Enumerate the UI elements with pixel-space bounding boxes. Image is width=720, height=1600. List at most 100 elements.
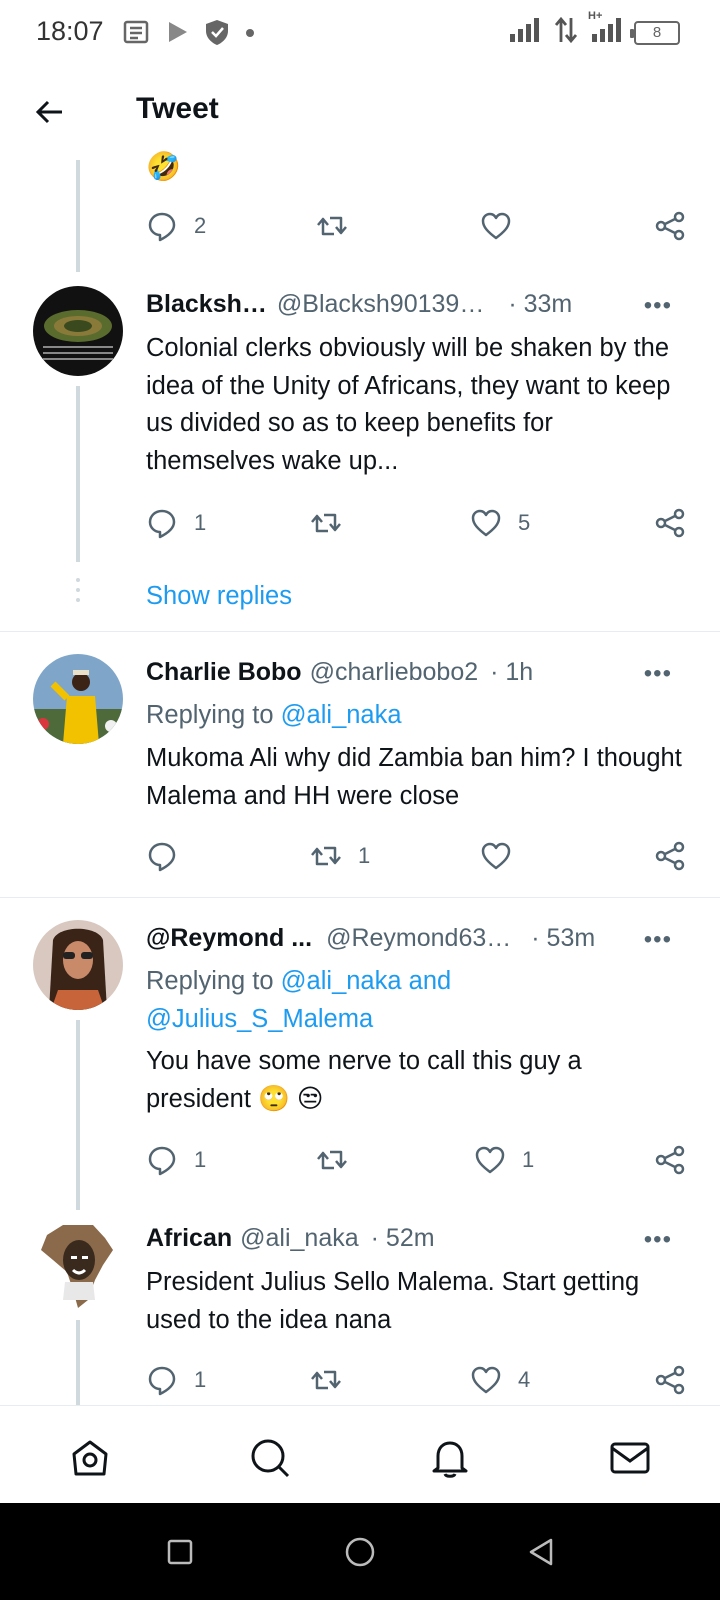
replying-to-prefix: Replying to bbox=[146, 967, 281, 995]
status-bar: 18:07 H+ 8 bbox=[0, 0, 720, 64]
tweet-actions: 1 4 bbox=[146, 1360, 686, 1400]
tweet-author-name[interactable]: Charlie Bobo bbox=[146, 658, 302, 687]
avatar[interactable] bbox=[33, 920, 123, 1010]
like-button[interactable]: 1 bbox=[474, 1140, 534, 1180]
reply-button[interactable]: 1 bbox=[146, 1360, 206, 1400]
mention-link[interactable]: @Julius_S_Malema bbox=[146, 1005, 373, 1033]
top-actions: 2 bbox=[146, 206, 686, 246]
reply-icon bbox=[148, 212, 176, 242]
status-time: 18:07 bbox=[36, 16, 104, 46]
avatar[interactable] bbox=[33, 1220, 123, 1310]
like-button[interactable]: 4 bbox=[470, 1360, 530, 1400]
avatar[interactable] bbox=[33, 654, 123, 744]
tweet-actions: 1 5 bbox=[146, 503, 686, 543]
reply-button[interactable]: 1 bbox=[146, 1140, 206, 1180]
tweet-author-name[interactable]: @Reymond ... bbox=[146, 924, 312, 953]
tweet-time: · 52m bbox=[370, 1224, 435, 1252]
reply-icon bbox=[148, 509, 176, 539]
replying-to-prefix: Replying to bbox=[146, 701, 281, 729]
tweet-author-handle[interactable]: @Reymond63… bbox=[326, 924, 511, 953]
thread-line bbox=[76, 1320, 80, 1405]
retweet-icon bbox=[311, 846, 341, 866]
back-button[interactable] bbox=[30, 92, 70, 132]
tweet-text: Mukoma Ali why did Zambia ban him? I tho… bbox=[146, 744, 682, 810]
reply-button[interactable]: 2 bbox=[146, 206, 206, 246]
tweet-author-name[interactable]: African bbox=[146, 1224, 232, 1253]
back-system-button[interactable] bbox=[524, 1535, 558, 1569]
recent-apps-button[interactable] bbox=[163, 1535, 197, 1569]
tweet-author-name[interactable]: Blacksh… bbox=[146, 290, 267, 319]
more-options-button[interactable]: ••• bbox=[644, 1226, 672, 1254]
share-button[interactable] bbox=[654, 206, 686, 246]
retweet-icon bbox=[311, 1370, 341, 1390]
thread-dots bbox=[76, 578, 80, 608]
battery-icon: 8 bbox=[630, 20, 680, 45]
bottom-nav bbox=[0, 1405, 720, 1503]
like-button[interactable]: 5 bbox=[470, 503, 530, 543]
like-count: 5 bbox=[518, 510, 531, 535]
like-button[interactable] bbox=[480, 836, 512, 876]
tweet-time: · 33m bbox=[508, 290, 573, 318]
retweet-icon bbox=[317, 1150, 347, 1170]
status-icons-right: H+ 8 bbox=[508, 10, 680, 49]
reply-button[interactable] bbox=[146, 836, 178, 876]
retweet-icon bbox=[317, 216, 347, 236]
tweet-text: Colonial clerks obviously will be shaken… bbox=[146, 334, 671, 475]
share-button[interactable] bbox=[654, 1140, 686, 1180]
avatar[interactable] bbox=[33, 286, 123, 376]
divider bbox=[0, 631, 720, 632]
tweet-author-handle[interactable]: @charliebobo2 bbox=[310, 658, 479, 687]
divider bbox=[0, 897, 720, 898]
tweet-author-handle[interactable]: @ali_naka bbox=[240, 1224, 359, 1253]
tweet-actions: 1 1 bbox=[146, 1140, 686, 1180]
recent-apps-icon bbox=[167, 1539, 193, 1565]
show-replies-link[interactable]: Show replies bbox=[146, 582, 292, 611]
page-title: Tweet bbox=[136, 92, 219, 125]
nav-messages-button[interactable] bbox=[608, 1436, 652, 1480]
retweet-button[interactable] bbox=[316, 1140, 348, 1180]
share-icon bbox=[655, 508, 685, 538]
retweet-button[interactable] bbox=[310, 1360, 342, 1400]
nav-search-button[interactable] bbox=[248, 1436, 292, 1480]
share-button[interactable] bbox=[654, 836, 686, 876]
arrow-left-icon bbox=[35, 100, 62, 124]
replying-to: Replying to @ali_naka and @Julius_S_Male… bbox=[146, 963, 684, 1038]
tweet-text: You have some nerve to call this guy a p… bbox=[146, 1047, 582, 1113]
share-button[interactable] bbox=[654, 1360, 686, 1400]
play-store-icon bbox=[164, 19, 190, 50]
share-icon bbox=[655, 1365, 685, 1395]
system-nav-bar bbox=[0, 1503, 720, 1600]
reply-button[interactable]: 1 bbox=[146, 503, 206, 543]
more-options-button[interactable]: ••• bbox=[644, 660, 672, 688]
more-options-button[interactable]: ••• bbox=[644, 292, 672, 320]
retweet-count: 1 bbox=[358, 843, 371, 868]
reply-icon bbox=[148, 1146, 176, 1176]
retweet-button[interactable]: 1 bbox=[310, 836, 370, 876]
heart-icon bbox=[481, 842, 511, 870]
more-options-button[interactable]: ••• bbox=[644, 926, 672, 954]
home-system-button[interactable] bbox=[343, 1535, 377, 1569]
back-triangle-icon bbox=[529, 1538, 553, 1566]
heart-icon bbox=[471, 509, 501, 537]
like-count: 1 bbox=[522, 1147, 535, 1172]
tweet-text: President Julius Sello Malema. Start get… bbox=[146, 1268, 640, 1334]
retweet-button[interactable] bbox=[316, 206, 348, 246]
reply-count: 1 bbox=[194, 510, 207, 535]
mention-link[interactable]: @ali_naka and bbox=[281, 967, 452, 995]
home-circle-icon bbox=[345, 1537, 375, 1567]
like-count: 4 bbox=[518, 1367, 531, 1392]
mention-link[interactable]: @ali_naka bbox=[281, 701, 402, 729]
reply-icon bbox=[148, 1366, 176, 1396]
messages-icon bbox=[610, 1442, 650, 1474]
news-icon bbox=[122, 19, 150, 50]
nav-notifications-button[interactable] bbox=[428, 1436, 472, 1480]
tweet-author-handle[interactable]: @Blacksh90139… bbox=[277, 290, 484, 319]
like-button[interactable] bbox=[480, 206, 512, 246]
replying-to: Replying to @ali_naka bbox=[146, 697, 684, 735]
retweet-icon bbox=[311, 513, 341, 533]
retweet-button[interactable] bbox=[310, 503, 342, 543]
heart-icon bbox=[475, 1146, 505, 1174]
nav-home-button[interactable] bbox=[68, 1436, 112, 1480]
dot-icon bbox=[244, 26, 256, 44]
share-button[interactable] bbox=[654, 503, 686, 543]
